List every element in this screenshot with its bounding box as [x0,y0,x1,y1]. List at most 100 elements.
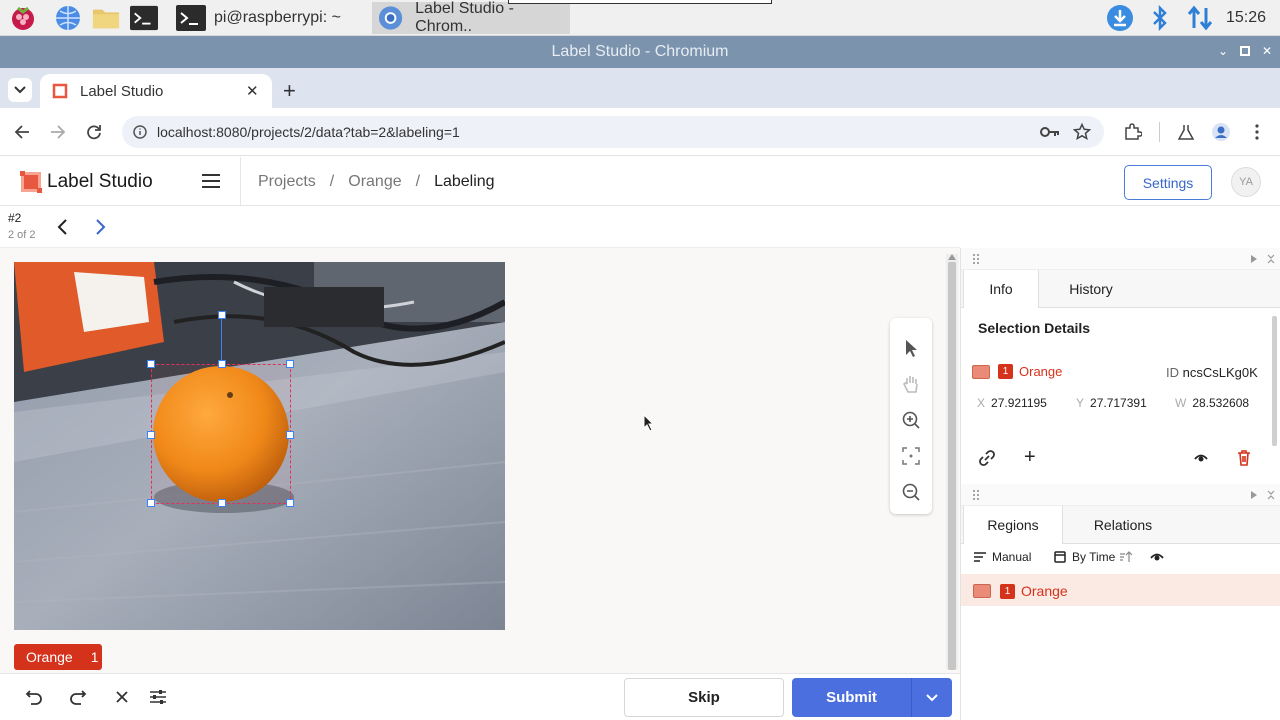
next-task-icon[interactable] [95,219,107,235]
maximize-icon[interactable] [1238,44,1252,58]
zoom-in-icon[interactable] [901,410,921,430]
reload-icon[interactable] [84,122,104,142]
browser-launcher-icon[interactable] [54,4,82,32]
scroll-thumb[interactable] [948,262,956,670]
network-icon[interactable] [1186,4,1214,32]
region-w-field[interactable]: W 28.532608 [1175,396,1261,410]
region-list-item[interactable]: 1 Orange [961,574,1280,606]
tab-relations[interactable]: Relations [1073,506,1173,544]
extensions-icon[interactable] [1123,122,1143,142]
prev-task-icon[interactable] [56,219,68,235]
skip-button[interactable]: Skip [624,678,784,717]
fit-to-screen-icon[interactable] [901,446,921,466]
resize-handle[interactable] [147,499,155,507]
labs-flask-icon[interactable] [1176,122,1196,142]
drag-handle-icon[interactable] [973,490,979,500]
scroll-up-icon[interactable] [948,254,956,260]
resize-handle[interactable] [147,431,155,439]
zoom-out-icon[interactable] [901,482,921,502]
task-terminal[interactable]: pi@raspberrypi: ~ [170,2,370,34]
address-bar[interactable]: localhost:8080/projects/2/data?tab=2&lab… [122,116,1104,148]
sort-manual-label: Manual [992,550,1032,564]
select-tool-icon[interactable] [901,338,921,358]
panel-scrollbar[interactable] [1272,316,1277,446]
breadcrumb-project[interactable]: Orange [348,173,401,191]
app-logo[interactable]: Label Studio [20,171,153,193]
detach-panel-icon[interactable] [1267,490,1275,500]
collapse-panel-icon[interactable] [1250,255,1258,263]
task-chromium[interactable]: Label Studio - Chrom.. [372,0,570,35]
site-info-icon[interactable] [133,125,147,139]
resize-handle[interactable] [286,499,294,507]
app-header: Label Studio Projects / Orange / Labelin… [0,157,1280,206]
detach-panel-icon[interactable] [1267,254,1275,264]
tab-info[interactable]: Info [963,270,1039,308]
resize-handle[interactable] [286,431,294,439]
profile-icon[interactable] [1211,122,1231,142]
rectangle-region-icon [973,584,991,598]
add-meta-icon[interactable]: + [1024,447,1036,467]
resize-handle[interactable] [147,360,155,368]
tab-search-icon[interactable] [8,78,32,102]
sort-by-time[interactable]: By Time [1054,550,1133,564]
drag-handle-icon[interactable] [973,254,979,264]
avatar[interactable]: YA [1231,167,1261,197]
resize-handle[interactable] [286,360,294,368]
panel-drag-header[interactable] [961,484,1280,506]
tooltip-edge [508,0,772,4]
forward-icon[interactable] [48,122,68,142]
terminal-launcher-icon[interactable] [130,4,158,32]
breadcrumb-projects[interactable]: Projects [258,173,316,191]
bookmark-star-icon[interactable] [1073,123,1091,141]
raspberry-menu-icon[interactable] [9,4,37,32]
submit-dropdown-icon[interactable] [911,678,952,717]
reset-icon[interactable] [111,686,133,708]
link-region-icon[interactable] [979,450,995,466]
x-value: 27.921195 [991,396,1047,410]
toggle-all-visibility-icon[interactable] [1150,551,1164,563]
region-bounding-box[interactable] [147,311,294,507]
password-key-icon[interactable] [1040,125,1060,139]
tab-regions[interactable]: Regions [963,506,1063,544]
back-icon[interactable] [12,122,32,142]
redo-icon[interactable] [67,686,89,708]
chrome-menu-icon[interactable] [1247,122,1267,142]
settings-button[interactable]: Settings [1124,165,1212,200]
labeling-canvas-area: Orange 1 [0,248,960,673]
browser-tab-label-studio[interactable]: Label Studio ✕ [40,74,272,108]
region-list-item-content: 1 Orange [973,583,1068,599]
undo-icon[interactable] [23,686,45,708]
submit-button[interactable]: Submit [792,678,952,717]
mouse-cursor-icon [643,414,655,432]
download-icon[interactable] [1106,4,1134,32]
y-value: 27.717391 [1090,396,1147,410]
file-manager-icon[interactable] [92,4,120,32]
label-orange[interactable]: Orange 1 [14,644,102,670]
pan-hand-icon[interactable] [901,374,921,394]
image-tools-toolbar [890,318,932,514]
visibility-icon[interactable] [1194,452,1208,464]
settings-sliders-icon[interactable] [147,686,169,708]
close-tab-icon[interactable]: ✕ [246,82,259,100]
rotate-handle[interactable] [218,311,226,319]
hamburger-menu-icon[interactable] [201,173,221,189]
resize-handle[interactable] [218,360,226,368]
delete-region-icon[interactable] [1237,450,1251,466]
close-window-icon[interactable]: ✕ [1260,44,1274,58]
minimize-icon[interactable]: ⌄ [1216,44,1230,58]
url-text: localhost:8080/projects/2/data?tab=2&lab… [157,124,460,140]
panel-drag-header[interactable] [961,248,1280,270]
region-y-field[interactable]: Y 27.717391 [1076,396,1160,410]
resize-handle[interactable] [218,499,226,507]
region-x-field[interactable]: X 27.921195 [977,396,1061,410]
task-image[interactable] [14,262,505,630]
breadcrumb-separator: / [329,173,335,190]
new-tab-icon[interactable]: + [283,78,296,104]
bluetooth-icon[interactable] [1146,4,1174,32]
sort-manual[interactable]: Manual [974,550,1031,564]
canvas-scrollbar[interactable] [946,254,958,670]
sort-direction-icon[interactable] [1119,551,1133,563]
collapse-panel-icon[interactable] [1250,491,1258,499]
label-hotkey: 1 [90,649,99,665]
tab-history[interactable]: History [1053,270,1129,308]
